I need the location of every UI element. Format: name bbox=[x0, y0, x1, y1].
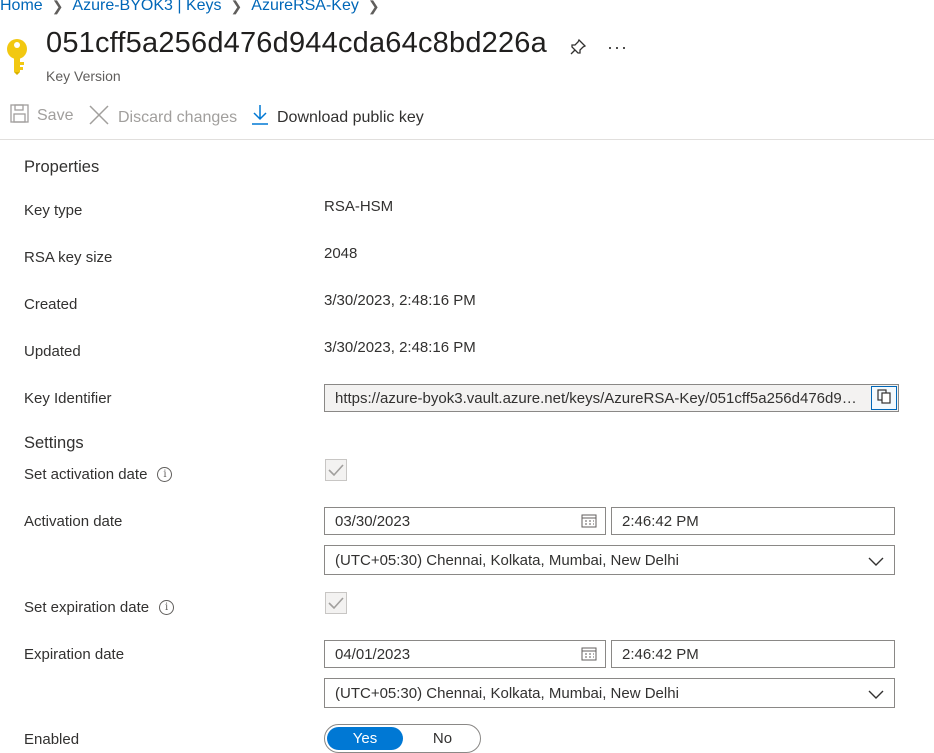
download-label: Download public key bbox=[277, 108, 424, 126]
enabled-label: Enabled bbox=[24, 731, 80, 748]
chevron-right-icon: ❯ bbox=[367, 0, 380, 14]
copy-icon bbox=[877, 388, 891, 408]
key-icon bbox=[4, 38, 30, 81]
expiration-time-input[interactable]: 2:46:42 PM bbox=[611, 640, 895, 668]
activation-timezone-value: (UTC+05:30) Chennai, Kolkata, Mumbai, Ne… bbox=[335, 551, 679, 569]
calendar-icon[interactable] bbox=[581, 514, 597, 532]
chevron-down-icon bbox=[868, 554, 884, 571]
breadcrumb-key[interactable]: AzureRSA-Key bbox=[251, 0, 359, 15]
set-expiration-date-row: Set expiration date i bbox=[24, 599, 175, 616]
key-type-value: RSA-HSM bbox=[324, 198, 394, 215]
download-icon bbox=[251, 104, 269, 131]
chevron-right-icon: ❯ bbox=[230, 0, 243, 14]
pin-icon[interactable] bbox=[569, 38, 587, 61]
info-icon[interactable]: i bbox=[159, 600, 175, 615]
chevron-right-icon: ❯ bbox=[51, 0, 64, 14]
breadcrumb-keys[interactable]: Azure-BYOK3 | Keys bbox=[72, 0, 221, 15]
key-identifier-value: https://azure-byok3.vault.azure.net/keys… bbox=[335, 389, 863, 407]
activation-time-input[interactable]: 2:46:42 PM bbox=[611, 507, 895, 535]
more-options-icon[interactable]: ··· bbox=[607, 37, 628, 58]
updated-value: 3/30/2023, 2:48:16 PM bbox=[324, 339, 476, 356]
breadcrumb-home[interactable]: Home bbox=[0, 0, 43, 15]
copy-button[interactable] bbox=[871, 386, 897, 410]
activation-time-value: 2:46:42 PM bbox=[622, 512, 699, 530]
breadcrumb: Home ❯ Azure-BYOK3 | Keys ❯ AzureRSA-Key… bbox=[0, 0, 389, 15]
page-title: 051cff5a256d476d944cda64c8bd226a bbox=[46, 27, 547, 59]
expiration-date-value: 04/01/2023 bbox=[335, 645, 411, 663]
set-activation-date-row: Set activation date i bbox=[24, 466, 173, 483]
properties-heading: Properties bbox=[24, 158, 100, 176]
divider bbox=[0, 139, 934, 140]
activation-date-value: 03/30/2023 bbox=[335, 512, 411, 530]
created-label: Created bbox=[24, 296, 78, 313]
key-identifier-field[interactable]: https://azure-byok3.vault.azure.net/keys… bbox=[324, 384, 899, 412]
command-bar: Save Discard changes Download public key bbox=[0, 104, 934, 132]
created-value: 3/30/2023, 2:48:16 PM bbox=[324, 292, 476, 309]
key-type-label: Key type bbox=[24, 202, 83, 219]
info-icon[interactable]: i bbox=[157, 467, 173, 482]
expiration-date-label: Expiration date bbox=[24, 646, 125, 663]
save-icon bbox=[10, 104, 29, 128]
activation-date-label: Activation date bbox=[24, 513, 123, 530]
updated-label: Updated bbox=[24, 343, 81, 360]
calendar-icon[interactable] bbox=[581, 647, 597, 665]
enabled-no-option[interactable]: No bbox=[405, 727, 480, 750]
save-button[interactable]: Save bbox=[10, 104, 73, 128]
save-label: Save bbox=[37, 107, 74, 124]
set-activation-date-label: Set activation date bbox=[24, 466, 148, 483]
page-subtitle: Key Version bbox=[46, 68, 121, 84]
expiration-time-value: 2:46:42 PM bbox=[622, 645, 699, 663]
enabled-yes-option[interactable]: Yes bbox=[327, 727, 403, 750]
set-expiration-date-checkbox[interactable] bbox=[325, 592, 347, 614]
chevron-down-icon bbox=[868, 687, 884, 704]
expiration-date-input[interactable]: 04/01/2023 bbox=[324, 640, 606, 668]
download-public-key-button[interactable]: Download public key bbox=[251, 104, 424, 131]
settings-heading: Settings bbox=[24, 434, 84, 452]
activation-date-input[interactable]: 03/30/2023 bbox=[324, 507, 606, 535]
enabled-toggle[interactable]: Yes No bbox=[324, 724, 481, 753]
activation-timezone-select[interactable]: (UTC+05:30) Chennai, Kolkata, Mumbai, Ne… bbox=[324, 545, 895, 575]
expiration-timezone-select[interactable]: (UTC+05:30) Chennai, Kolkata, Mumbai, Ne… bbox=[324, 678, 895, 708]
key-size-label: RSA key size bbox=[24, 249, 113, 266]
discard-changes-button[interactable]: Discard changes bbox=[88, 104, 237, 131]
key-size-value: 2048 bbox=[324, 245, 358, 262]
set-activation-date-checkbox[interactable] bbox=[325, 459, 347, 481]
discard-label: Discard changes bbox=[118, 108, 238, 126]
key-identifier-label: Key Identifier bbox=[24, 390, 112, 407]
set-expiration-date-label: Set expiration date bbox=[24, 599, 150, 616]
close-icon bbox=[88, 104, 110, 131]
expiration-timezone-value: (UTC+05:30) Chennai, Kolkata, Mumbai, Ne… bbox=[335, 684, 679, 702]
